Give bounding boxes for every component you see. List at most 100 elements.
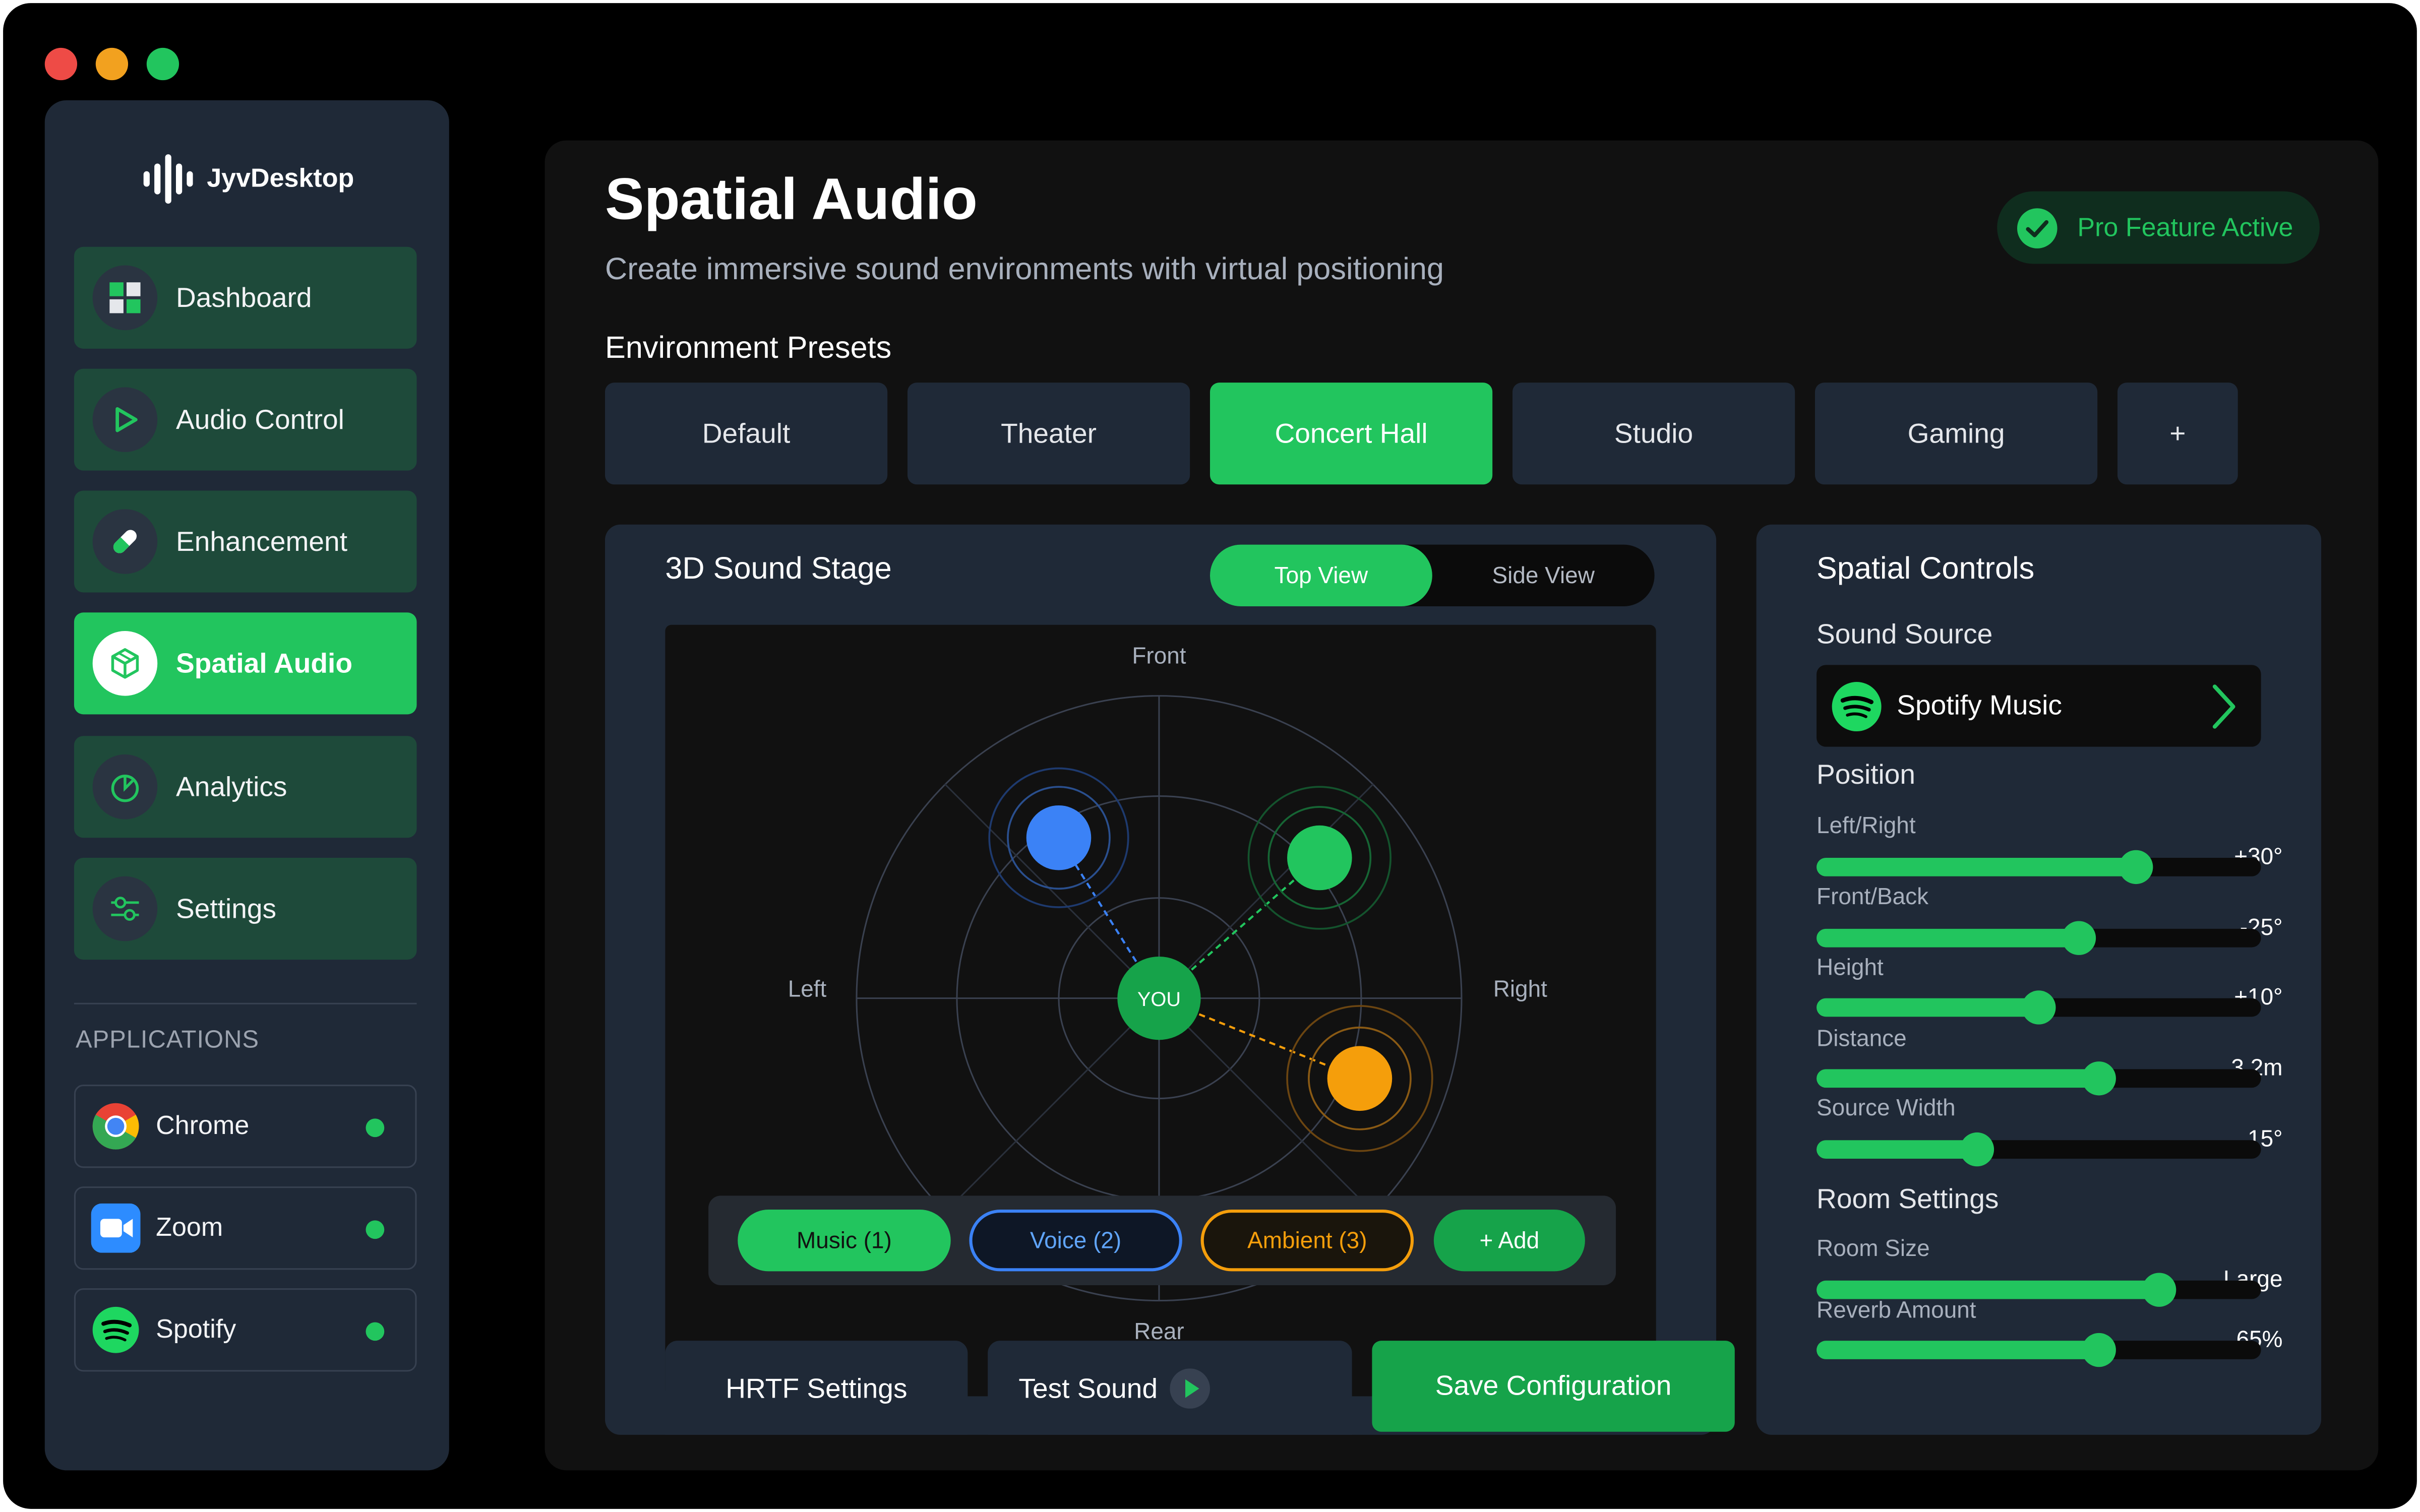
preset-default[interactable]: Default	[604, 383, 888, 485]
pro-badge-label: Pro Feature Active	[2077, 212, 2293, 242]
app-window: JyvDesktop Dashboard Audio Control Enhan…	[3, 3, 2417, 1509]
sidebar-item-label: Audio Control	[175, 403, 344, 434]
save-configuration-button[interactable]: Save Configuration	[1372, 1341, 1735, 1432]
slider-thumb[interactable]	[2062, 921, 2096, 955]
sidebar-item-enhancement[interactable]: Enhancement	[74, 490, 417, 593]
play-icon	[92, 387, 158, 452]
slider-label-source-width: Source Width	[1817, 1095, 1956, 1122]
voice-source-node[interactable]	[988, 767, 1129, 908]
main-panel: Spatial Audio Create immersive sound env…	[544, 140, 2379, 1471]
preset-theater[interactable]: Theater	[907, 383, 1190, 485]
presets-heading: Environment Presets	[604, 332, 892, 366]
slider-label-room-size: Room Size	[1817, 1236, 1930, 1263]
sidebar-item-dashboard[interactable]: Dashboard	[74, 246, 417, 349]
sidebar-item-label: Analytics	[175, 771, 287, 802]
app-item-spotify[interactable]: Spotify	[74, 1288, 417, 1372]
spatial-controls-title: Spatial Controls	[1817, 552, 2035, 587]
music-source-node[interactable]	[1247, 786, 1392, 930]
sliders-icon	[92, 876, 158, 941]
sidebar-item-spatial-audio[interactable]: Spatial Audio	[74, 612, 417, 715]
sound-source-selector[interactable]: Spotify Music	[1817, 665, 2261, 747]
sidebar: JyvDesktop Dashboard Audio Control Enhan…	[44, 100, 449, 1471]
play-circle-icon	[1170, 1368, 1211, 1409]
listener-node: YOU	[1117, 956, 1201, 1040]
slider-fill	[1817, 998, 2039, 1017]
listener-label: YOU	[1137, 988, 1181, 1011]
brand[interactable]: JyvDesktop	[141, 151, 354, 207]
app-item-label: Chrome	[156, 1111, 250, 1141]
sound-stage-title: 3D Sound Stage	[665, 552, 892, 587]
side-view-button[interactable]: Side View	[1432, 545, 1655, 606]
sound-source-heading: Sound Source	[1817, 618, 1993, 650]
slider-thumb[interactable]	[2120, 850, 2154, 885]
zoom-icon	[91, 1203, 141, 1253]
close-window-button[interactable]	[44, 47, 78, 81]
left-right-slider[interactable]	[1817, 850, 2261, 885]
add-preset-button[interactable]: +	[2117, 383, 2238, 485]
app-name: JyvDesktop	[207, 163, 354, 193]
app-item-label: Spotify	[156, 1314, 236, 1344]
direction-right: Right	[1493, 976, 1547, 1002]
app-item-chrome[interactable]: Chrome	[74, 1085, 417, 1168]
applications-heading: APPLICATIONS	[75, 1027, 259, 1054]
hrtf-settings-label: HRTF Settings	[725, 1372, 908, 1404]
reverb-amount-slider[interactable]	[1817, 1333, 2261, 1367]
slider-fill	[1817, 1140, 1977, 1159]
top-view-button[interactable]: Top View	[1209, 544, 1432, 607]
source-width-slider[interactable]	[1817, 1132, 2261, 1167]
app-item-zoom[interactable]: Zoom	[74, 1186, 417, 1270]
music-source-button[interactable]: Music (1)	[738, 1209, 951, 1272]
preset-studio[interactable]: Studio	[1512, 383, 1795, 485]
page-subtitle: Create immersive sound environments with…	[604, 253, 1444, 287]
spotify-icon	[91, 1305, 141, 1355]
slider-thumb[interactable]	[1959, 1132, 1994, 1167]
sidebar-item-label: Dashboard	[175, 281, 312, 312]
maximize-window-button[interactable]	[146, 47, 179, 81]
distance-slider[interactable]	[1817, 1061, 2261, 1096]
slider-label-left-right: Left/Right	[1817, 813, 1916, 840]
direction-front: Front	[1132, 642, 1186, 668]
sidebar-item-label: Settings	[175, 892, 277, 924]
slider-thumb[interactable]	[2142, 1273, 2176, 1307]
height-slider[interactable]	[1817, 990, 2261, 1025]
pill-icon	[92, 509, 158, 574]
dashboard-icon	[92, 265, 158, 331]
sidebar-divider	[74, 1002, 417, 1004]
source-selector-bar: Music (1) Voice (2) Ambient (3) + Add	[708, 1195, 1616, 1285]
sidebar-item-settings[interactable]: Settings	[74, 858, 417, 960]
slider-thumb[interactable]	[2022, 990, 2056, 1025]
slider-fill	[1817, 1280, 2159, 1299]
preset-gaming[interactable]: Gaming	[1814, 383, 2098, 485]
page-title: Spatial Audio	[604, 168, 978, 233]
sound-stage-canvas[interactable]: Front Left Right Rear YOU Music (1) Voic…	[665, 624, 1656, 1397]
slider-label-front-back: Front/Back	[1817, 884, 1929, 911]
hrtf-settings-tab[interactable]: HRTF Settings	[665, 1341, 968, 1435]
room-size-slider[interactable]	[1817, 1273, 2261, 1307]
slider-label-distance: Distance	[1817, 1026, 1907, 1052]
spotify-icon	[1832, 681, 1882, 731]
spatial-controls-card: Spatial Controls Sound Source Spotify Mu…	[1756, 524, 2322, 1435]
cube-icon	[92, 631, 158, 696]
app-root: JyvDesktop Dashboard Audio Control Enhan…	[0, 0, 2420, 1512]
status-dot	[366, 1322, 385, 1341]
test-sound-label: Test Sound	[1018, 1372, 1158, 1404]
slider-thumb[interactable]	[2082, 1333, 2116, 1367]
ambient-source-button[interactable]: Ambient (3)	[1200, 1209, 1414, 1272]
sidebar-item-analytics[interactable]: Analytics	[74, 736, 417, 838]
sound-stage-card: 3D Sound Stage Top View Side View Front …	[604, 524, 1717, 1435]
ambient-source-node[interactable]	[1286, 1005, 1433, 1152]
add-source-button[interactable]: + Add	[1433, 1209, 1585, 1272]
minimize-window-button[interactable]	[95, 47, 129, 81]
chrome-icon	[91, 1102, 141, 1151]
test-sound-tab[interactable]: Test Sound	[988, 1341, 1352, 1435]
direction-left: Left	[788, 976, 827, 1002]
pie-chart-icon	[92, 754, 158, 820]
status-dot	[366, 1220, 385, 1239]
sidebar-item-audio-control[interactable]: Audio Control	[74, 368, 417, 471]
slider-fill	[1817, 928, 2079, 948]
preset-concert-hall[interactable]: Concert Hall	[1209, 383, 1493, 485]
pro-feature-badge: Pro Feature Active	[1997, 191, 2320, 264]
slider-thumb[interactable]	[2082, 1061, 2116, 1096]
front-back-slider[interactable]	[1817, 921, 2261, 955]
voice-source-button[interactable]: Voice (2)	[969, 1209, 1182, 1272]
